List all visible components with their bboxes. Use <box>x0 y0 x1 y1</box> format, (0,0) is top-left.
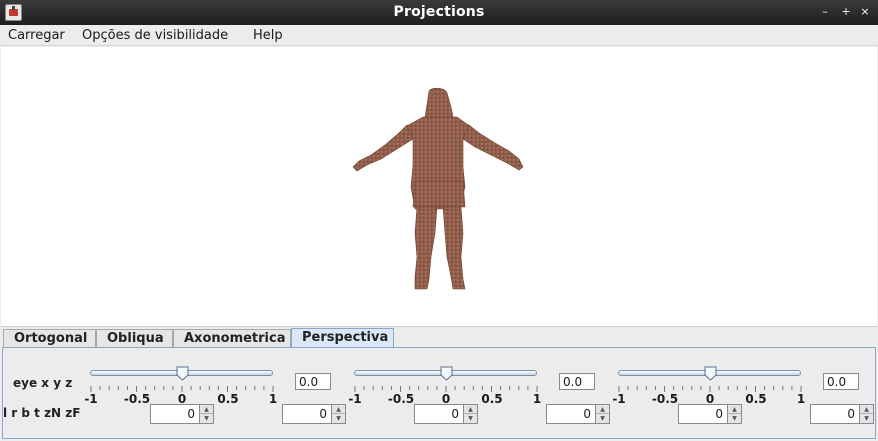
menu-bar: Carregar Opções de visibilidade Help <box>0 25 878 46</box>
spinner-buttons[interactable]: ▲ ▼ <box>727 404 742 424</box>
tick-label: -1 <box>348 392 362 406</box>
spinner-down-icon[interactable]: ▼ <box>200 414 213 423</box>
perspective-panel: eye x y z l r b t zN zF -1 -0.5 0 0.5 1 … <box>2 347 876 439</box>
spinner-down-icon[interactable]: ▼ <box>464 414 477 423</box>
close-button[interactable]: × <box>859 6 871 18</box>
eye-y-value[interactable]: 0.0 <box>559 373 595 390</box>
tab-ortogonal[interactable]: Ortogonal <box>3 329 96 348</box>
render-canvas[interactable] <box>1 47 877 327</box>
tick-label: -0.5 <box>651 392 679 406</box>
spinner-down-icon[interactable]: ▼ <box>596 414 609 423</box>
spinner-buttons[interactable]: ▲ ▼ <box>199 404 214 424</box>
tab-perspectiva[interactable]: Perspectiva <box>291 328 394 349</box>
spinner-buttons[interactable]: ▲ ▼ <box>331 404 346 424</box>
spinner-up-icon[interactable]: ▲ <box>728 405 741 414</box>
slider-thumb[interactable] <box>440 366 453 381</box>
spinner-field[interactable]: 0 <box>546 404 596 424</box>
menu-help[interactable]: Help <box>253 28 283 43</box>
spinner-up-icon[interactable]: ▲ <box>200 405 213 414</box>
minimize-button[interactable]: – <box>819 6 831 18</box>
character-model <box>352 87 524 290</box>
tab-axonometrica[interactable]: Axonometrica <box>173 329 291 348</box>
tick-label: 1 <box>268 392 278 406</box>
eye-x-value[interactable]: 0.0 <box>295 373 331 390</box>
spinner-t[interactable]: 0 ▲ ▼ <box>546 404 610 424</box>
tick-label: 0.5 <box>217 392 239 406</box>
tick-label: -0.5 <box>123 392 151 406</box>
tick-label: -1 <box>612 392 626 406</box>
spinner-up-icon[interactable]: ▲ <box>464 405 477 414</box>
spinner-field[interactable]: 0 <box>678 404 728 424</box>
spinner-down-icon[interactable]: ▼ <box>860 414 873 423</box>
menu-opcoes-visibilidade[interactable]: Opções de visibilidade <box>82 28 228 43</box>
frustum-label: l r b t zN zF <box>3 406 81 420</box>
menu-carregar[interactable]: Carregar <box>8 28 65 43</box>
maximize-button[interactable]: + <box>840 6 852 18</box>
spinner-field[interactable]: 0 <box>150 404 200 424</box>
eye-z-value[interactable]: 0.0 <box>823 373 859 390</box>
spinner-field[interactable]: 0 <box>282 404 332 424</box>
tick-label: 0.5 <box>481 392 503 406</box>
spinner-zf[interactable]: 0 ▲ ▼ <box>810 404 874 424</box>
slider-thumb[interactable] <box>704 366 717 381</box>
tick-label: 0.5 <box>745 392 767 406</box>
window-title: Projections <box>393 4 485 20</box>
spinner-up-icon[interactable]: ▲ <box>596 405 609 414</box>
spinner-field[interactable]: 0 <box>810 404 860 424</box>
slider-thumb[interactable] <box>176 366 189 381</box>
spinner-down-icon[interactable]: ▼ <box>332 414 345 423</box>
spinner-buttons[interactable]: ▲ ▼ <box>859 404 874 424</box>
tab-obliqua[interactable]: Obliqua <box>96 329 173 348</box>
tick-label: -0.5 <box>387 392 415 406</box>
tick-label: 1 <box>796 392 806 406</box>
spinner-zn[interactable]: 0 ▲ ▼ <box>678 404 742 424</box>
spinner-field[interactable]: 0 <box>414 404 464 424</box>
spinner-buttons[interactable]: ▲ ▼ <box>595 404 610 424</box>
spinner-b[interactable]: 0 ▲ ▼ <box>414 404 478 424</box>
spinner-l[interactable]: 0 ▲ ▼ <box>150 404 214 424</box>
tick-label: -1 <box>84 392 98 406</box>
title-bar: Projections – + × <box>0 0 878 25</box>
tick-label: 1 <box>532 392 542 406</box>
spinner-up-icon[interactable]: ▲ <box>332 405 345 414</box>
spinner-down-icon[interactable]: ▼ <box>728 414 741 423</box>
eye-label: eye x y z <box>13 376 73 390</box>
spinner-buttons[interactable]: ▲ ▼ <box>463 404 478 424</box>
spinner-up-icon[interactable]: ▲ <box>860 405 873 414</box>
spinner-r[interactable]: 0 ▲ ▼ <box>282 404 346 424</box>
